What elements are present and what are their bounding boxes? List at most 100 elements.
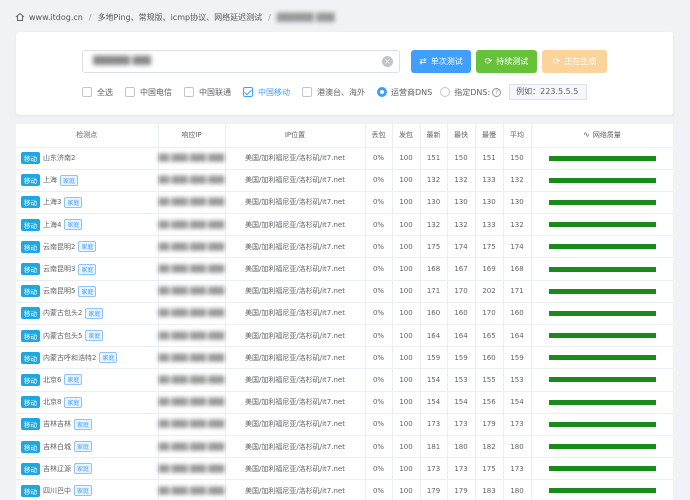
- checkpoint-name: 北京8: [43, 398, 62, 407]
- checkbox[interactable]: [82, 87, 92, 97]
- mobile-tag: 移动: [21, 418, 40, 431]
- generating-button[interactable]: ⟳ 正在生成: [542, 50, 607, 73]
- ip-location-cell: 美国/加利福尼亚/洛杉矶/it7.net: [225, 235, 366, 259]
- quality-cell: [531, 257, 673, 281]
- quality-bar: [548, 199, 656, 205]
- ip-cell: ██.███.███.███: [158, 413, 226, 436]
- ip-cell: ██.███.███.███: [158, 191, 226, 215]
- table-row: 移动 吉林辽源 家庭 ██.███.███.███ 美国/加利福尼亚/洛杉矶/it7.n…: [16, 457, 673, 481]
- ip-location-cell: 美国/加利福尼亚/洛杉矶/it7.net: [225, 413, 366, 436]
- avg-cell: 160: [503, 302, 532, 326]
- radio[interactable]: [440, 87, 451, 97]
- sent-cell: 100: [392, 479, 421, 500]
- quality-cell: [531, 346, 673, 370]
- checkpoint-cell: 移动 山东济南2: [16, 147, 159, 170]
- response-ip: ██.███.███.███: [158, 331, 225, 340]
- worst-cell: 160: [475, 346, 504, 370]
- quality-cell: [531, 169, 673, 192]
- ip-location-cell: 美国/加利福尼亚/洛杉矶/it7.net: [225, 457, 366, 481]
- avg-cell: 171: [503, 280, 532, 303]
- filter-unicom[interactable]: 中国联通: [184, 87, 231, 98]
- last-cell: 175: [420, 235, 448, 259]
- col-header[interactable]: ∿ 网络质量: [531, 124, 673, 148]
- best-cell: 174: [447, 235, 476, 259]
- table-row: 移动 吉林吉林 家庭 ██.███.███.███ 美国/加利福尼亚/洛杉矶/it7.n…: [16, 413, 673, 436]
- mobile-tag: 移动: [21, 329, 40, 342]
- ip-location-cell: 美国/加利福尼亚/洛杉矶/it7.net: [225, 280, 366, 303]
- loss-cell: 0%: [365, 368, 393, 392]
- quality-bar: [548, 244, 656, 250]
- breadcrumb-site[interactable]: www.itdog.cn: [29, 13, 83, 22]
- col-header[interactable]: 平均: [503, 124, 532, 148]
- target-host-input[interactable]: ██████ ███ ×: [82, 50, 400, 73]
- best-cell: 132: [447, 213, 476, 237]
- col-header[interactable]: 发包: [392, 124, 421, 148]
- quality-bar: [548, 155, 656, 161]
- quality-cell: [531, 324, 673, 348]
- sent-cell: 100: [392, 235, 421, 259]
- ip-cell: ██.███.███.███: [158, 346, 226, 370]
- loss-cell: 0%: [365, 391, 393, 414]
- checkbox[interactable]: [302, 87, 312, 97]
- response-ip: ██.███.███.███: [158, 464, 225, 473]
- response-ip: ██.███.███.███: [158, 220, 225, 229]
- avg-cell: 132: [503, 213, 532, 237]
- table-row: 移动 四川巴中 家庭 ██.███.███.███ 美国/加利福尼亚/洛杉矶/it7.n…: [16, 479, 673, 500]
- table-row: 移动 吉林白城 家庭 ██.███.███.███ 美国/加利福尼亚/洛杉矶/it7.n…: [16, 435, 673, 459]
- col-header[interactable]: IP位置: [225, 124, 366, 148]
- quality-bar: [548, 444, 656, 450]
- test-control-panel: ██████ ███ × ⇄ 单次测试 ⟳ 持续测试 ⟳ 正在生成 全选 中国电…: [16, 32, 673, 115]
- single-test-button[interactable]: ⇄ 单次测试: [411, 50, 471, 73]
- ip-location-cell: 美国/加利福尼亚/洛杉矶/it7.net: [225, 257, 366, 281]
- col-header[interactable]: 响应IP: [158, 124, 226, 148]
- ip-cell: ██.███.███.███: [158, 213, 226, 237]
- dns-custom-radio[interactable]: 指定DNS:?: [440, 87, 502, 98]
- home-tag: 家庭: [99, 352, 118, 364]
- single-test-label: 单次测试: [430, 57, 463, 66]
- quality-cell: [531, 235, 673, 259]
- filter-label: 全选: [97, 87, 113, 97]
- sent-cell: 100: [392, 257, 421, 281]
- home-tag: 家庭: [74, 418, 93, 430]
- breadcrumb-page[interactable]: 多地Ping、常规版、icmp协议、网络延迟测试: [98, 12, 263, 23]
- quality-cell: [531, 413, 673, 436]
- checkpoint-name: 云南昆明3: [43, 265, 76, 274]
- col-header[interactable]: 最慢: [475, 124, 504, 148]
- col-header[interactable]: 丢包: [365, 124, 393, 148]
- filter-telecom[interactable]: 中国电信: [125, 87, 172, 98]
- home-icon[interactable]: [15, 12, 25, 22]
- checkbox-checked[interactable]: [243, 87, 253, 97]
- last-cell: 164: [420, 324, 448, 348]
- filter-mobile[interactable]: 中国移动: [243, 87, 290, 98]
- table-row: 移动 上海4 家庭 ██.███.███.███ 美国/加利福尼亚/洛杉矶/it7.ne…: [16, 213, 673, 237]
- col-header[interactable]: 检测点: [16, 124, 159, 148]
- dns-input[interactable]: 例如：223.5.5.5: [509, 84, 588, 100]
- quality-bar: [548, 222, 656, 228]
- filter-all[interactable]: 全选: [82, 87, 113, 98]
- ip-location-cell: 美国/加利福尼亚/洛杉矶/it7.net: [225, 368, 366, 392]
- loss-cell: 0%: [365, 235, 393, 259]
- clear-icon[interactable]: ×: [382, 56, 393, 67]
- quality-bar: [548, 310, 656, 316]
- dns-operator-radio[interactable]: 运营商DNS: [377, 87, 432, 98]
- radio-selected[interactable]: [377, 87, 387, 97]
- home-tag: 家庭: [64, 219, 83, 231]
- ip-cell: ██.███.███.███: [158, 257, 226, 281]
- filter-hkmo[interactable]: 港澳台、海外: [302, 87, 365, 98]
- worst-cell: 182: [475, 435, 504, 459]
- checkbox[interactable]: [184, 87, 194, 97]
- ip-location-cell: 美国/加利福尼亚/洛杉矶/it7.net: [225, 391, 366, 414]
- checkbox[interactable]: [125, 87, 135, 97]
- worst-cell: 175: [475, 235, 504, 259]
- last-cell: 173: [420, 413, 448, 436]
- worst-cell: 130: [475, 191, 504, 215]
- help-icon[interactable]: ?: [492, 87, 502, 97]
- filter-row: 全选 中国电信 中国联通 中国移动 港澳台、海外 运营商DNS 指定DNS:? …: [82, 84, 588, 100]
- col-header[interactable]: 最新: [420, 124, 448, 148]
- response-ip: ██.███.███.███: [158, 176, 225, 185]
- continuous-test-button[interactable]: ⟳ 持续测试: [476, 50, 537, 73]
- mobile-tag: 移动: [21, 307, 40, 320]
- mobile-tag: 移动: [21, 484, 40, 497]
- col-header[interactable]: 最快: [447, 124, 476, 148]
- checkpoint-cell: 移动 上海 家庭: [16, 169, 159, 192]
